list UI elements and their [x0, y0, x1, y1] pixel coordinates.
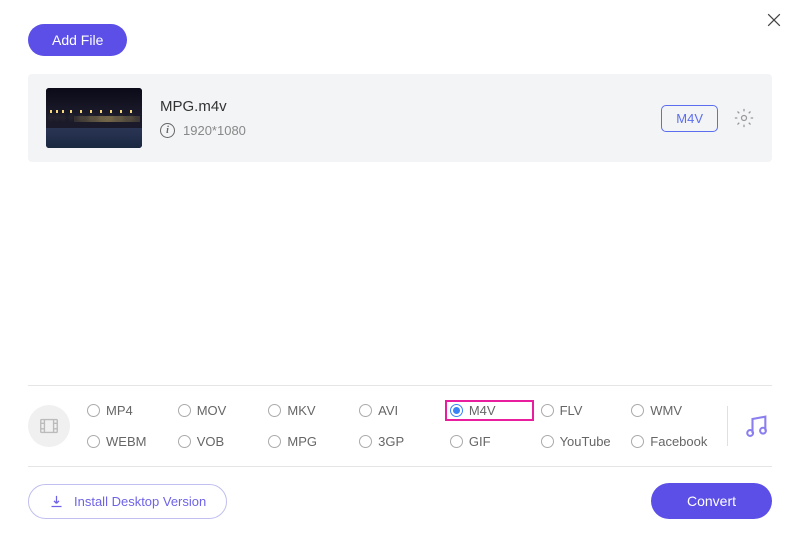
format-label: GIF — [469, 434, 491, 449]
radio-icon — [268, 435, 281, 448]
format-option-mkv[interactable]: MKV — [263, 400, 352, 421]
format-selector-bar: MP4 MOV MKV AVI M4V FLV WMV WEBM VOB MPG 3GP GIF You… — [28, 385, 772, 467]
format-label: FLV — [560, 403, 583, 418]
format-option-avi[interactable]: AVI — [354, 400, 443, 421]
format-option-youtube[interactable]: YouTube — [536, 431, 625, 452]
radio-icon — [541, 404, 554, 417]
format-option-facebook[interactable]: Facebook — [626, 431, 715, 452]
radio-icon — [359, 404, 372, 417]
radio-icon — [87, 435, 100, 448]
file-item: MPG.m4v i 1920*1080 M4V — [28, 74, 772, 162]
radio-icon — [450, 435, 463, 448]
format-label: AVI — [378, 403, 398, 418]
format-option-webm[interactable]: WEBM — [82, 431, 171, 452]
video-thumbnail — [46, 88, 142, 148]
add-file-button[interactable]: Add File — [28, 24, 127, 56]
format-label: WEBM — [106, 434, 146, 449]
format-label: MP4 — [106, 403, 133, 418]
video-mode-icon[interactable] — [28, 405, 70, 447]
format-label: YouTube — [560, 434, 611, 449]
format-option-vob[interactable]: VOB — [173, 431, 262, 452]
format-option-3gp[interactable]: 3GP — [354, 431, 443, 452]
format-label: 3GP — [378, 434, 404, 449]
format-label: MKV — [287, 403, 315, 418]
radio-icon — [87, 404, 100, 417]
format-label: MPG — [287, 434, 317, 449]
format-badge[interactable]: M4V — [661, 105, 718, 132]
radio-icon — [178, 435, 191, 448]
audio-mode-icon[interactable] — [740, 410, 772, 442]
install-desktop-button[interactable]: Install Desktop Version — [28, 484, 227, 519]
file-name: MPG.m4v — [160, 98, 643, 115]
radio-icon — [178, 404, 191, 417]
format-option-mp4[interactable]: MP4 — [82, 400, 171, 421]
format-label: MOV — [197, 403, 227, 418]
convert-button[interactable]: Convert — [651, 483, 772, 519]
info-icon[interactable]: i — [160, 123, 175, 138]
radio-icon — [541, 435, 554, 448]
settings-button[interactable] — [734, 108, 754, 128]
radio-icon — [268, 404, 281, 417]
radio-icon — [631, 435, 644, 448]
format-option-mov[interactable]: MOV — [173, 400, 262, 421]
install-label: Install Desktop Version — [74, 494, 206, 509]
file-resolution: 1920*1080 — [183, 123, 246, 138]
format-label: WMV — [650, 403, 682, 418]
format-option-mpg[interactable]: MPG — [263, 431, 352, 452]
radio-icon — [359, 435, 372, 448]
format-option-flv[interactable]: FLV — [536, 400, 625, 421]
radio-icon — [631, 404, 644, 417]
divider — [727, 406, 728, 446]
format-label: VOB — [197, 434, 224, 449]
format-label: M4V — [469, 403, 496, 418]
format-option-m4v[interactable]: M4V — [445, 400, 534, 421]
format-option-wmv[interactable]: WMV — [626, 400, 715, 421]
close-button[interactable] — [764, 10, 788, 34]
radio-icon — [450, 404, 463, 417]
format-option-gif[interactable]: GIF — [445, 431, 534, 452]
format-label: Facebook — [650, 434, 707, 449]
